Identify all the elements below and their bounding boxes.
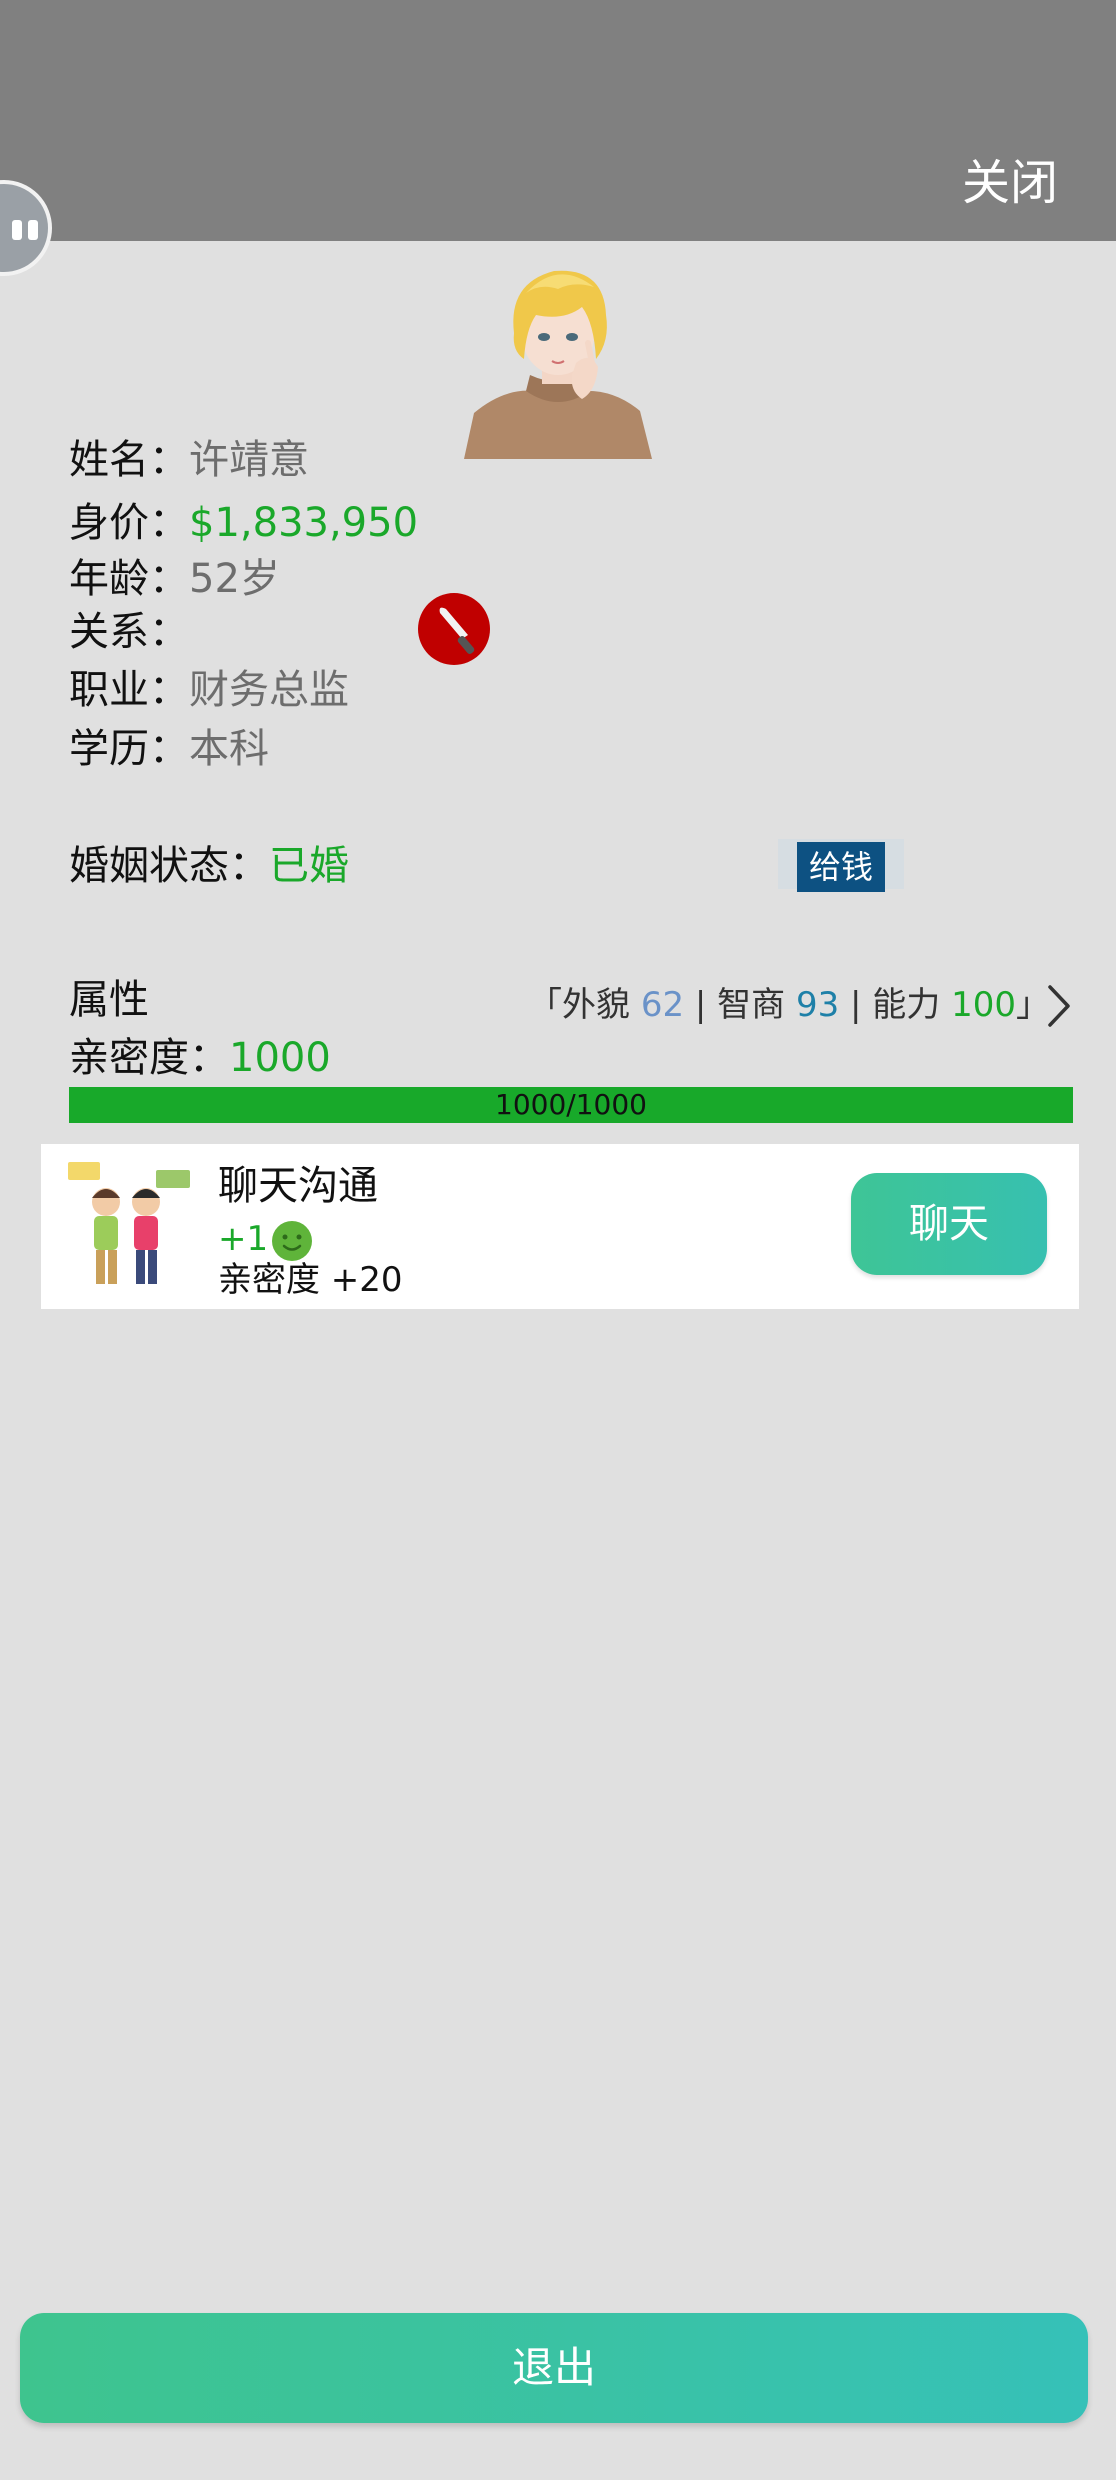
education-value: 本科 [189,726,269,772]
close-button[interactable]: 关闭 [962,148,1058,218]
looks-value: 62 [640,985,685,1025]
age-row: 年龄：52岁 [69,551,280,607]
chatting-people-illustration [68,1162,194,1292]
give-money-button[interactable]: 给钱 [797,842,885,892]
age-value: 52岁 [189,556,280,602]
top-bar: 关闭 [0,0,1116,241]
pause-bar-icon [28,220,38,240]
card-title: 聊天沟通 [218,1163,378,1209]
name-row: 姓名：许靖意 [69,432,309,488]
chat-action-card: 聊天沟通 +1 亲密度 +20 聊天 [41,1144,1079,1309]
attributes-summary[interactable]: 「外貌 62 | 智商 93 | 能力 100」 [528,980,1050,1030]
intimacy-value: 1000 [229,1035,331,1081]
iq-value: 93 [795,985,840,1025]
progress-text: 1000/1000 [495,1088,647,1121]
intimacy-row: 亲密度：1000 [69,1030,331,1086]
character-avatar [464,263,652,459]
marriage-value: 已婚 [269,843,349,889]
intimacy-label: 亲密度： [69,1035,229,1081]
attr-sep1: | 智商 [684,985,796,1025]
name-value: 许靖意 [189,437,309,483]
knife-icon[interactable] [418,593,490,665]
card-description: 亲密度 +20 [218,1260,403,1300]
job-value: 财务总监 [189,667,349,713]
worth-value: $1,833,950 [189,500,419,546]
marriage-row: 婚姻状态：已婚 [69,838,349,894]
relation-label: 关系： [69,609,189,655]
pause-bar-icon [12,220,22,240]
relation-row: 关系： [69,604,189,660]
chat-button[interactable]: 聊天 [851,1173,1047,1275]
gain-value: +1 [218,1219,269,1259]
chevron-right-icon[interactable] [1044,983,1074,1029]
education-label: 学历： [69,726,189,772]
job-row: 职业：财务总监 [69,662,349,718]
age-label: 年龄： [69,556,189,602]
worth-row: 身价：$1,833,950 [69,495,418,551]
education-row: 学历：本科 [69,721,269,777]
name-label: 姓名： [69,437,189,483]
exit-button[interactable]: 退出 [20,2313,1088,2423]
attr-open: 「外貌 [528,985,641,1025]
intimacy-progress-bar: 1000/1000 [69,1087,1073,1123]
attr-sep2: | 能力 [839,985,952,1025]
attributes-label: 属性 [69,977,149,1023]
marriage-label: 婚姻状态： [69,843,269,889]
job-label: 职业： [69,667,189,713]
worth-label: 身价： [69,500,189,546]
ability-value: 100 [951,985,1017,1025]
